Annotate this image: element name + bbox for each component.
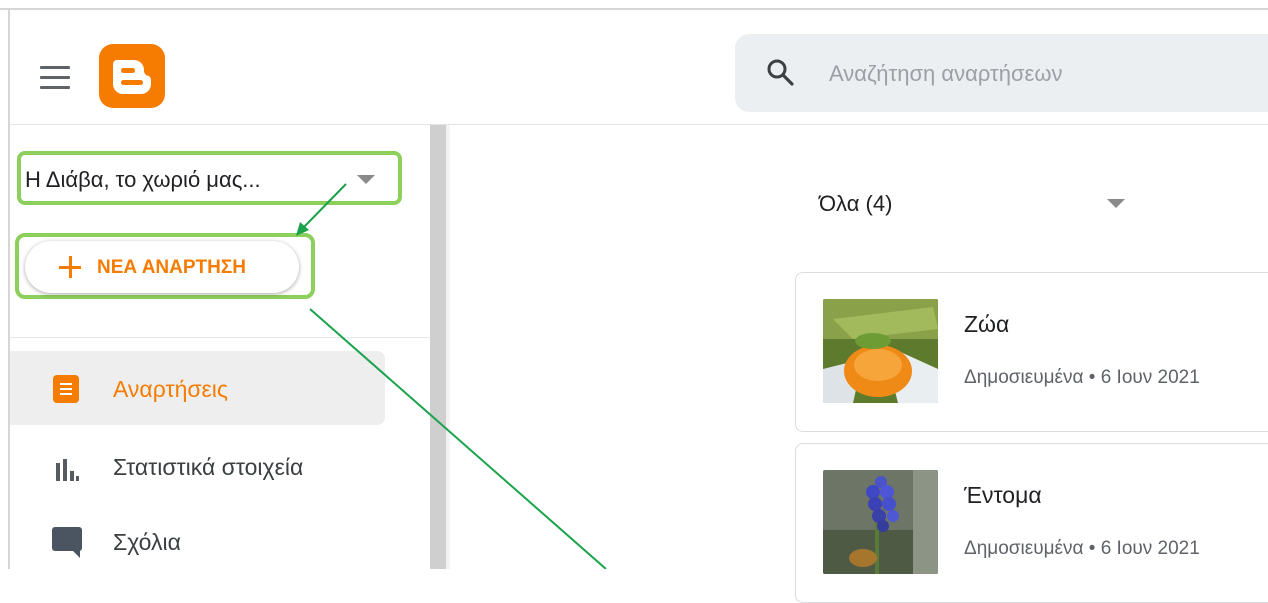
search-icon[interactable] (765, 57, 795, 87)
post-thumbnail (823, 299, 938, 403)
post-filter-dropdown[interactable]: Όλα (4) (809, 179, 1139, 227)
sidebar-item-stats[interactable]: Στατιστικά στοιχεία (10, 429, 385, 503)
search-bar[interactable] (735, 34, 1268, 112)
window-top-border (0, 0, 1268, 10)
sidebar-item-posts[interactable]: Αναρτήσεις (10, 351, 385, 425)
new-post-label: ΝΕΑ ΑΝΑΡΤΗΣΗ (97, 257, 246, 278)
comments-icon (52, 527, 82, 558)
search-input[interactable] (827, 58, 1261, 90)
main-content: Όλα (4) Ζώα Δημοσιευμένα • 6 Ιουν 2021 Έ… (450, 125, 1268, 603)
post-thumbnail (823, 470, 938, 574)
post-card[interactable]: Ζώα Δημοσιευμένα • 6 Ιουν 2021 (795, 272, 1268, 432)
blog-selector-dropdown[interactable]: Η Διάβα, το χωριό μας... (17, 151, 402, 205)
hamburger-menu-icon[interactable] (40, 66, 72, 90)
sidebar-item-comments[interactable]: Σχόλια (10, 507, 385, 581)
new-post-button[interactable]: ΝΕΑ ΑΝΑΡΤΗΣΗ (25, 241, 299, 293)
dropdown-caret-icon (1107, 199, 1125, 208)
blogger-logo-icon[interactable] (99, 44, 165, 108)
sidebar-item-label: Στατιστικά στοιχεία (113, 454, 304, 480)
filter-label: Όλα (4) (819, 191, 893, 216)
posts-icon (53, 375, 79, 403)
sidebar-divider (10, 337, 430, 338)
post-card[interactable]: Έντομα Δημοσιευμένα • 6 Ιουν 2021 (795, 443, 1268, 603)
blog-selector-label: Η Διάβα, το χωριό μας... (25, 167, 261, 192)
post-title: Ζώα (964, 311, 1010, 337)
sidebar: Η Διάβα, το χωριό μας... ΝΕΑ ΑΝΑΡΤΗΣΗ Αν… (10, 125, 430, 569)
plus-icon (59, 256, 81, 278)
post-meta: Δημοσιευμένα • 6 Ιουν 2021 (964, 538, 1200, 559)
new-post-highlight: ΝΕΑ ΑΝΑΡΤΗΣΗ (15, 233, 315, 299)
sidebar-item-label: Σχόλια (113, 529, 181, 555)
sidebar-item-label: Αναρτήσεις (113, 376, 228, 402)
dropdown-caret-icon (357, 175, 375, 184)
top-app-bar (10, 10, 1268, 125)
post-meta: Δημοσιευμένα • 6 Ιουν 2021 (964, 367, 1200, 388)
post-title: Έντομα (964, 482, 1042, 508)
stats-icon (56, 459, 82, 481)
sidebar-scrollbar[interactable] (430, 125, 446, 569)
